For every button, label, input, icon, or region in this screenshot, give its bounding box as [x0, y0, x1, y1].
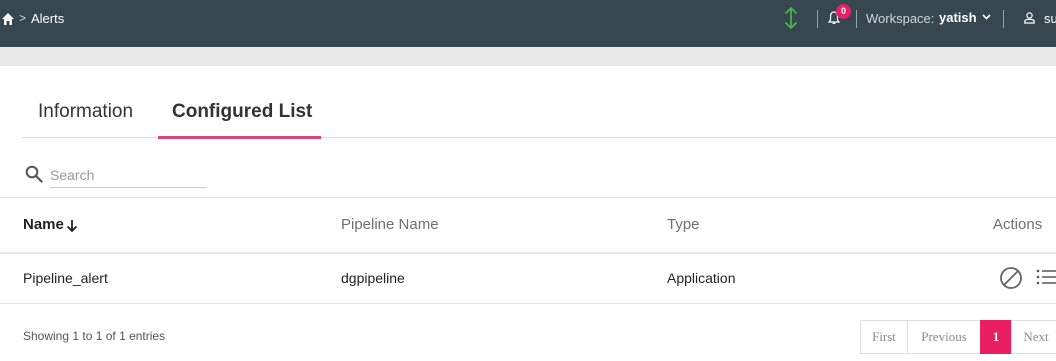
column-header-name[interactable]: Name [23, 216, 64, 233]
table-row-border [0, 303, 1056, 304]
pagination-previous-button[interactable]: Previous [907, 320, 981, 354]
sub-header-strip [0, 47, 1056, 66]
column-header-type: Type [667, 216, 700, 233]
search-input[interactable] [50, 162, 207, 188]
user-menu[interactable]: su [1044, 11, 1056, 26]
notification-count-badge: 0 [836, 4, 851, 19]
column-header-pipeline-name: Pipeline Name [341, 216, 439, 233]
disable-icon[interactable] [999, 266, 1023, 290]
top-navigation-bar: > Alerts 0 Workspace: yatish su [0, 0, 1056, 47]
cell-pipeline-name: dgpipeline [341, 270, 405, 286]
cell-type: Application [667, 270, 736, 286]
tab-configured-list[interactable]: Configured List [172, 101, 312, 123]
arrow-down-icon[interactable] [66, 219, 78, 233]
breadcrumb-separator: > [19, 11, 27, 25]
entries-info: Showing 1 to 1 of 1 entries [23, 329, 166, 343]
user-icon[interactable] [1024, 12, 1035, 24]
sync-icon[interactable] [784, 7, 798, 29]
breadcrumb-current: Alerts [31, 11, 65, 26]
list-icon[interactable] [1036, 268, 1056, 286]
workspace-label: Workspace: [866, 11, 935, 26]
pagination: First Previous 1 Next [860, 320, 1056, 354]
topbar-divider [1003, 10, 1004, 28]
chevron-down-icon[interactable] [982, 12, 991, 21]
workspace-selector[interactable]: yatish [939, 10, 977, 25]
topbar-divider [856, 10, 857, 28]
column-header-actions: Actions [993, 216, 1043, 233]
tab-information[interactable]: Information [38, 101, 133, 123]
search-icon [25, 165, 43, 183]
table-top-border [0, 197, 1056, 198]
table-header-border [0, 252, 1056, 254]
pagination-page-button[interactable]: 1 [980, 320, 1012, 354]
pagination-first-button[interactable]: First [860, 320, 908, 354]
active-tab-indicator [158, 136, 321, 139]
pagination-next-button[interactable]: Next [1011, 320, 1056, 354]
cell-name: Pipeline_alert [23, 270, 108, 286]
home-icon[interactable] [2, 13, 14, 25]
topbar-divider [817, 10, 818, 28]
